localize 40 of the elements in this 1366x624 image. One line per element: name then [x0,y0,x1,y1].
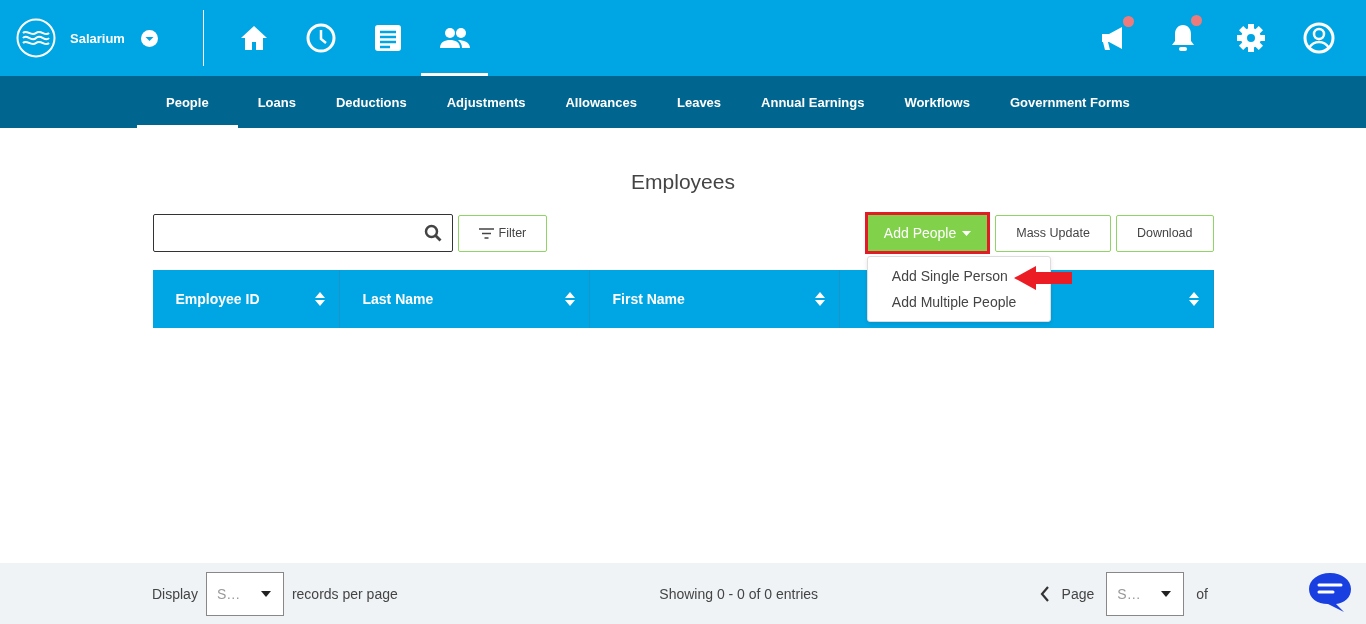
search-icon [423,224,442,242]
logo-icon [16,18,56,58]
filter-button[interactable]: Filter [457,214,548,252]
caret-icon [260,590,271,597]
sort-icon[interactable] [314,292,325,306]
display-label: Display [152,585,198,602]
of-label: of [1196,585,1208,602]
nav-tab[interactable]: Deductions [315,76,427,128]
search-field[interactable] [152,214,453,252]
user-icon[interactable] [1303,22,1335,54]
dropdown-icon[interactable] [140,29,158,47]
sort-icon[interactable] [1188,292,1199,306]
menu-item[interactable]: Add Multiple People [891,294,1017,310]
caret-icon [962,230,972,236]
company-name: Salarium [70,30,125,46]
nav-tab[interactable]: People [137,76,238,128]
toolbar-button[interactable]: Mass Update [995,214,1111,252]
nav-tab[interactable]: Annual Earnings [741,76,885,128]
notification-dot [1191,15,1202,26]
page-title: Employees [630,170,736,194]
previous-page-icon[interactable] [1039,585,1050,602]
nav-tab[interactable]: Adjustments [426,76,546,128]
per-page-label: records per page [291,585,398,602]
sort-icon[interactable] [814,292,825,306]
nav-tab[interactable]: Loans [237,76,316,128]
nav-tab[interactable]: Allowances [545,76,657,128]
settings-icon[interactable] [1236,23,1266,53]
chat-icon[interactable] [1307,571,1353,613]
nav-tab[interactable]: Leaves [657,76,742,128]
notification-dot [1123,16,1134,27]
sort-icon[interactable] [564,292,575,306]
caret-icon [1161,590,1172,597]
menu-item[interactable]: Add Single Person [891,268,1008,284]
nav-tab[interactable]: Government Forms [989,76,1150,128]
bell-icon[interactable] [1169,23,1197,53]
nav-tab[interactable]: Workflows [884,76,990,128]
entries-summary: Showing 0 - 0 of 0 entries [658,585,819,602]
filter-icon [478,227,494,239]
toolbar-button[interactable]: Download [1115,214,1214,252]
page-label: Page [1061,585,1095,602]
